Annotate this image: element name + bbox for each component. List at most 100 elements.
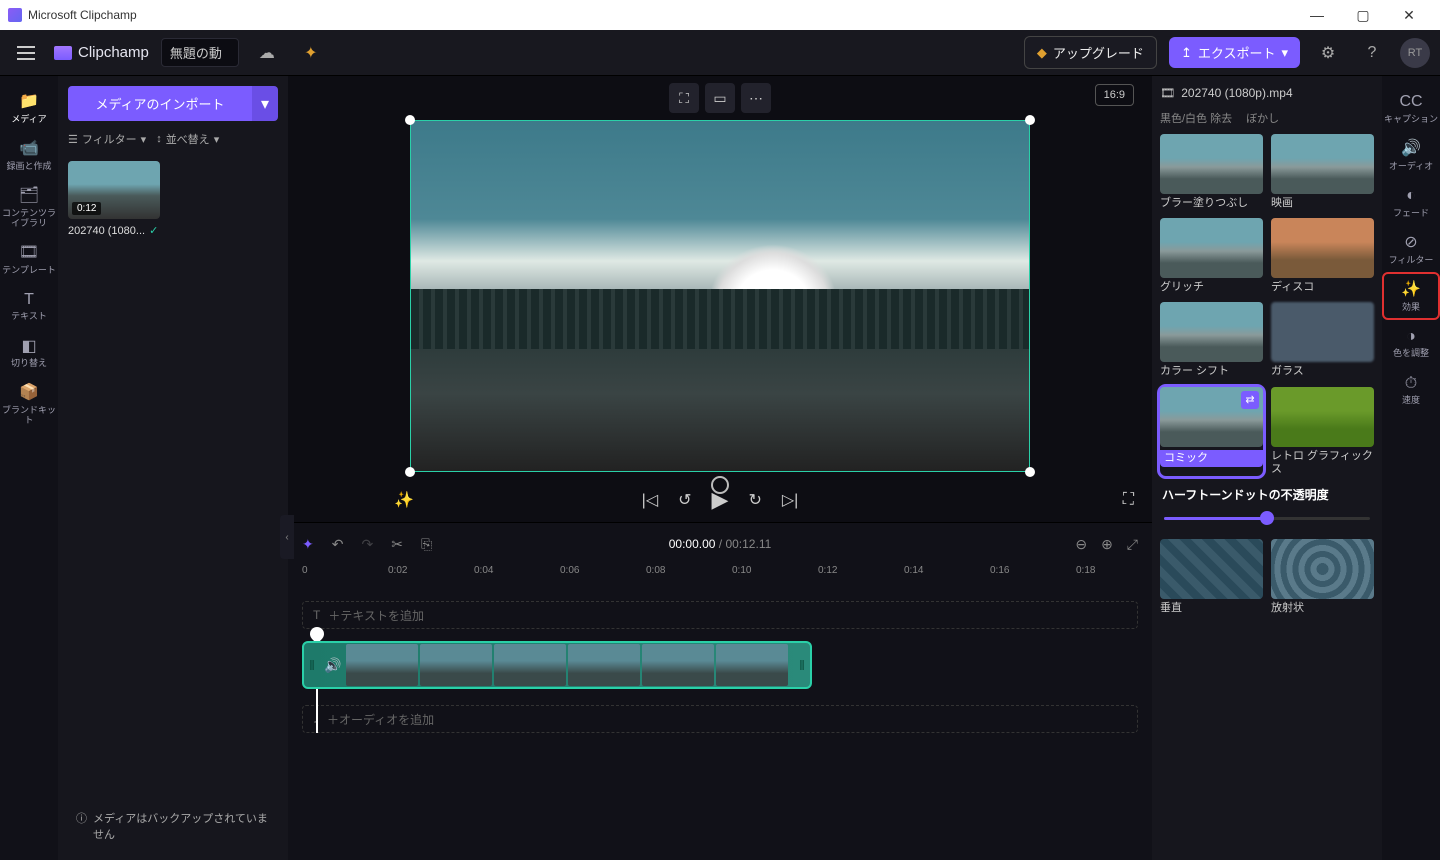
aspect-ratio[interactable]: 16:9 [1095, 84, 1134, 106]
split-icon[interactable]: ✂ [391, 536, 403, 553]
tick: 0:12 [818, 565, 837, 576]
preview-canvas[interactable] [410, 120, 1030, 472]
cloud-sync-icon[interactable]: ☁ [251, 37, 283, 69]
tick: 0:10 [732, 565, 751, 576]
filter-button[interactable]: ☰ フィルター ▾ [68, 131, 146, 147]
effect-ディスコ[interactable]: ディスコ [1271, 218, 1374, 294]
help-icon[interactable]: ? [1356, 37, 1388, 69]
media-clip[interactable]: 0:12 202740 (1080...✓ [68, 161, 160, 237]
effect-コミック[interactable]: コミック [1160, 387, 1263, 476]
opacity-slider[interactable] [1164, 511, 1370, 525]
rail-transitions[interactable]: ◧切り替え [2, 330, 56, 375]
close-button[interactable]: ✕ [1386, 0, 1432, 30]
rail-audio[interactable]: 🔊オーディオ [1384, 133, 1438, 178]
center-area: ‹ ⛶ ▭ ⋯ 16:9 ✨ |◁ ↺ ▶ ↻ ▷| ⛶ [288, 76, 1152, 860]
undo-icon[interactable]: ↶ [332, 536, 344, 553]
sparkle-icon[interactable]: ✦ [295, 37, 327, 69]
rail-speed[interactable]: ⏱速度 [1384, 367, 1438, 412]
menu-button[interactable] [10, 37, 42, 69]
upgrade-button[interactable]: ◆アップグレード [1024, 36, 1157, 69]
effect-映画[interactable]: 映画 [1271, 134, 1374, 210]
rewind-icon[interactable]: ↺ [678, 490, 691, 510]
forward-icon[interactable]: ↻ [748, 490, 761, 510]
effects-header: 🎞 202740 (1080p).mp4 [1160, 86, 1374, 100]
rail-brand-kit[interactable]: 📦ブランドキット [2, 377, 56, 432]
media-panel: メディアのインポート ▾ ☰ フィルター ▾ ↕ 並べ替え ▾ 0:12 202… [58, 76, 288, 860]
fullscreen-icon[interactable]: ⛶ [1123, 491, 1134, 509]
window-title: Microsoft Clipchamp [28, 8, 137, 22]
tab-bw-remove[interactable]: 黒色/白色 除去 [1160, 110, 1232, 126]
slider-label: ハーフトーンドットの不透明度 [1162, 486, 1372, 503]
rail-templates[interactable]: 🎞テンプレート [2, 237, 56, 282]
tick: 0:02 [388, 565, 407, 576]
resize-handle-br[interactable] [1025, 467, 1035, 477]
brand: Clipchamp [54, 44, 149, 61]
time-display: 00:00.00 / 00:12.11 [669, 537, 772, 551]
maximize-button[interactable]: ▢ [1340, 0, 1386, 30]
clip-name: 202740 (1080... [68, 225, 145, 237]
ruler[interactable]: 00:020:040:060:080:100:120:140:160:18 [302, 565, 1138, 585]
project-name-input[interactable]: 無題の動 [161, 38, 239, 67]
right-rail: CCキャプション🔊オーディオ◐フェード⊘フィルター✨効果◑色を調整⏱速度 [1382, 76, 1440, 860]
rail-adjust-color[interactable]: ◑色を調整 [1384, 320, 1438, 365]
fit-icon[interactable]: ▭ [705, 83, 735, 113]
magnet-icon[interactable]: ✦ [302, 536, 314, 553]
resize-handle-tr[interactable] [1025, 115, 1035, 125]
zoom-out-icon[interactable]: ⊖ [1075, 536, 1087, 553]
brand-icon [54, 46, 72, 60]
backup-message: ⓘ メディアはバックアップされていません [68, 802, 278, 850]
rail-filters[interactable]: ⊘フィルター [1384, 227, 1438, 272]
effect-レトロ グラフィックス[interactable]: レトロ グラフィックス [1271, 387, 1374, 476]
resize-handle-bl[interactable] [405, 467, 415, 477]
tick: 0 [302, 565, 308, 576]
skip-end-icon[interactable]: ▷| [782, 490, 798, 510]
zoom-in-icon[interactable]: ⊕ [1101, 536, 1113, 553]
import-media-button[interactable]: メディアのインポート [68, 86, 252, 121]
clip-duration: 0:12 [72, 202, 101, 215]
rail-effects[interactable]: ✨効果 [1384, 274, 1438, 319]
crop-icon[interactable]: ⛶ [669, 83, 699, 113]
resize-handle-tl[interactable] [405, 115, 415, 125]
more-icon[interactable]: ⋯ [741, 83, 771, 113]
rail-fade[interactable]: ◐フェード [1384, 180, 1438, 225]
redo-icon[interactable]: ↷ [361, 536, 373, 553]
app-icon [8, 8, 22, 22]
tick: 0:08 [646, 565, 665, 576]
effect-カラー シフト[interactable]: カラー シフト [1160, 302, 1263, 378]
brand-label: Clipchamp [78, 44, 149, 61]
avatar[interactable]: RT [1400, 38, 1430, 68]
rail-record[interactable]: 📹録画と作成 [2, 133, 56, 178]
tick: 0:06 [560, 565, 579, 576]
effect-グリッチ[interactable]: グリッチ [1160, 218, 1263, 294]
effect-ブラー塗りつぶし[interactable]: ブラー塗りつぶし [1160, 134, 1263, 210]
import-dropdown[interactable]: ▾ [252, 86, 278, 121]
play-button[interactable]: ▶ [712, 487, 729, 513]
skip-start-icon[interactable]: |◁ [642, 490, 658, 510]
video-track[interactable]: ‖ 🔊 ‖ [302, 641, 1138, 689]
sort-button[interactable]: ↕ 並べ替え ▾ [156, 131, 219, 147]
effect-垂直[interactable]: 垂直 [1160, 539, 1263, 615]
export-button[interactable]: ↥エクスポート▾ [1169, 37, 1300, 68]
text-track[interactable]: T ＋テキストを追加 [302, 601, 1138, 629]
effect-放射状[interactable]: 放射状 [1271, 539, 1374, 615]
appbar: Clipchamp 無題の動 ☁ ✦ ◆アップグレード ↥エクスポート▾ ⚙ ?… [0, 30, 1440, 76]
effect-ガラス[interactable]: ガラス [1271, 302, 1374, 378]
titlebar: Microsoft Clipchamp ― ▢ ✕ [0, 0, 1440, 30]
audio-track[interactable]: ♪ ＋オーディオを追加 [302, 705, 1138, 733]
left-rail: 📁メディア📹録画と作成🗂コンテンツライブラリ🎞テンプレートTテキスト◧切り替え📦… [0, 76, 58, 860]
rail-captions[interactable]: CCキャプション [1384, 86, 1438, 131]
tab-blur[interactable]: ぼかし [1246, 110, 1279, 126]
settings-icon[interactable]: ⚙ [1312, 37, 1344, 69]
minimize-button[interactable]: ― [1294, 0, 1340, 30]
clip-handle-right[interactable]: ‖ [794, 657, 810, 673]
clone-icon[interactable]: ⎘ [421, 536, 432, 553]
tick: 0:04 [474, 565, 493, 576]
video-clip[interactable]: ‖ 🔊 ‖ [302, 641, 812, 689]
rail-content-library[interactable]: 🗂コンテンツライブラリ [2, 180, 56, 235]
ai-sparkle-icon[interactable]: ✨ [394, 490, 414, 510]
zoom-fit-icon[interactable]: ⤢ [1127, 536, 1138, 553]
rail-media[interactable]: 📁メディア [2, 86, 56, 131]
clip-handle-left[interactable]: ‖ [304, 657, 320, 673]
rail-text[interactable]: Tテキスト [2, 283, 56, 328]
timeline: ✦ ↶ ↷ ✂ ⎘ 00:00.00 / 00:12.11 ⊖ ⊕ ⤢ 0 0:0… [288, 522, 1152, 860]
